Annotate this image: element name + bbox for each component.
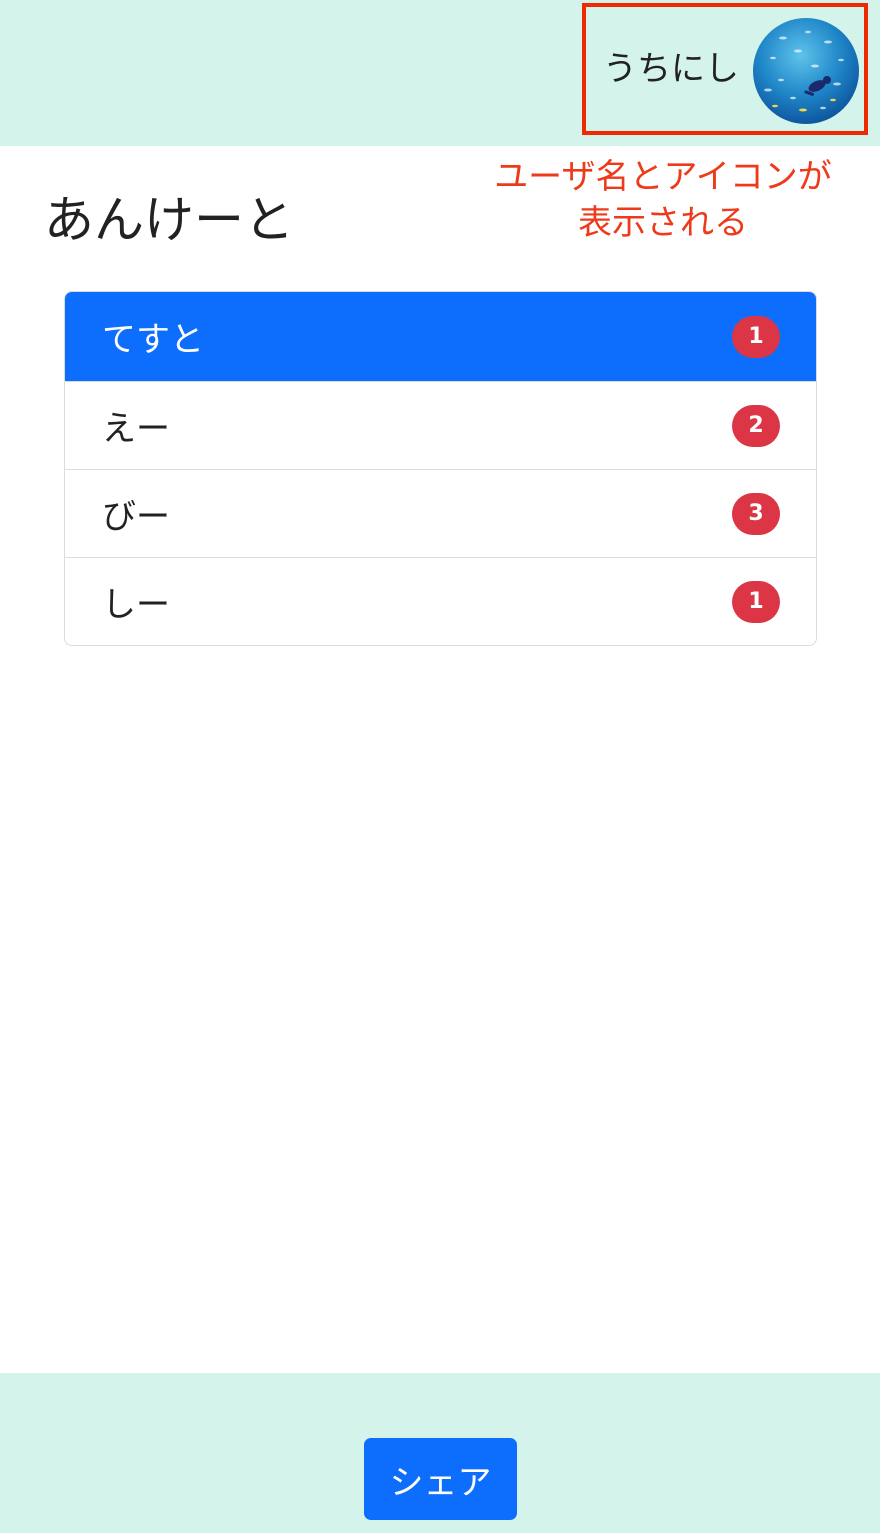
page-title: あんけーと (44, 191, 294, 249)
count-badge: 1 (732, 580, 780, 623)
app-header: うちにし (0, 0, 880, 146)
count-badge: 1 (732, 315, 780, 358)
user-name: うちにし (603, 49, 739, 89)
list-item-label: しー (102, 585, 170, 625)
list-item[interactable]: てすと 1 (65, 292, 816, 381)
annotation-callout: ユーザ名とアイコンが 表示される (478, 154, 848, 246)
annotation-line-2: 表示される (578, 203, 748, 243)
list-item[interactable]: えー 2 (65, 381, 816, 469)
count-badge: 2 (732, 404, 780, 447)
count-badge: 3 (732, 492, 780, 535)
list-item[interactable]: びー 3 (65, 469, 816, 557)
share-button[interactable]: シェア (364, 1438, 517, 1520)
annotation-line-1: ユーザ名とアイコンが (494, 157, 832, 197)
user-avatar-icon[interactable] (753, 18, 859, 124)
list-item-label: びー (102, 497, 170, 537)
survey-options-list: てすと 1 えー 2 びー 3 しー 1 (64, 291, 817, 646)
list-item-label: てすと (102, 320, 204, 360)
list-item-label: えー (102, 409, 170, 449)
list-item[interactable]: しー 1 (65, 557, 816, 645)
